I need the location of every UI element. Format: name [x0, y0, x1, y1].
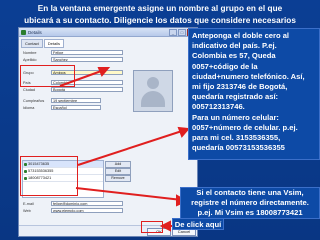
language-field[interactable]: Español: [51, 105, 101, 110]
maximize-button[interactable]: □: [178, 28, 186, 36]
note1-line: ciudad+numero telefónico. Así,: [192, 71, 305, 81]
field-label: E-mail: [23, 201, 34, 206]
add-phone-button[interactable]: Add: [105, 161, 131, 168]
city-field[interactable]: Bogotá: [51, 87, 123, 92]
note1-line: quedaría registrado así:: [192, 92, 279, 102]
note-vsim: Si el contacto tiene una Vsim, registre …: [180, 187, 320, 219]
note-international-format: Anteponga el doble cero al indicativo de…: [188, 28, 320, 160]
app-icon: [21, 29, 26, 35]
highlight-phone-list: [20, 156, 78, 196]
field-row-birthday: Cumpleaños 19 septiembre: [23, 98, 101, 103]
remove-phone-button[interactable]: Remove: [105, 175, 131, 182]
tab-details[interactable]: Details: [43, 39, 65, 48]
dialog-tabs: Contact Details: [19, 37, 197, 48]
edit-phone-button[interactable]: Edit: [105, 168, 131, 175]
web-field[interactable]: www.ejemplo.com: [51, 208, 123, 213]
note1-line: Anteponga el doble cero al: [192, 31, 290, 40]
note1-line: quedaría 00573153536355: [192, 143, 285, 153]
field-label: Cumpleaños: [23, 98, 45, 103]
dialog-title: Details: [28, 29, 42, 35]
field-row-email: E-mail felipe@dominio.com: [23, 201, 123, 206]
minimize-button[interactable]: _: [169, 28, 177, 36]
note-click-here: De click aquí: [172, 218, 224, 230]
note1-line: 0057+número de celular. p.ej.: [192, 122, 298, 132]
note1-line: para mi cel. 3153536355,: [192, 133, 281, 143]
contact-details-dialog: Details _ □ × Contact Details Nombre Fel…: [18, 27, 198, 237]
avatar-body: [141, 91, 165, 107]
field-label: Idioma: [23, 105, 35, 110]
note2-line: registre el número directamente.: [191, 198, 309, 208]
field-label: Ciudad: [23, 87, 36, 92]
field-row-city: Ciudad Bogotá: [23, 87, 123, 92]
birthday-field[interactable]: 19 septiembre: [51, 98, 101, 103]
note2-line: Si el contacto tiene una Vsim,: [196, 188, 304, 197]
dialog-button-bar: OK Cancel: [19, 225, 197, 236]
note1-line: indicativo del país. P.ej.: [192, 41, 277, 51]
field-row-surname: Apellido Sanchez: [23, 57, 123, 62]
contact-avatar[interactable]: [133, 70, 173, 112]
highlight-group-field: [20, 65, 75, 87]
note1-line: Para un número celular:: [192, 112, 279, 122]
note1-line: 0057+código de la: [192, 61, 258, 71]
field-label: Apellido: [23, 57, 37, 62]
highlight-ok-button: [141, 221, 163, 233]
banner-line-2: ubicará a su contacto. Diligencie los da…: [24, 16, 296, 25]
dialog-titlebar: Details _ □ ×: [19, 28, 197, 37]
field-label: Web: [23, 208, 31, 213]
name-field[interactable]: Felipe: [51, 50, 123, 55]
field-label: Nombre: [23, 50, 37, 55]
note1-line: mi fijo 2313746 de Bogotá,: [192, 82, 288, 92]
avatar-head: [147, 77, 159, 89]
field-row-web: Web www.ejemplo.com: [23, 208, 123, 213]
field-row-name: Nombre Felipe: [23, 50, 123, 55]
tab-contact[interactable]: Contact: [21, 39, 43, 48]
note1-line: 005712313746.: [192, 102, 245, 112]
field-row-language: Idioma Español: [23, 105, 101, 110]
surname-field[interactable]: Sanchez: [51, 57, 123, 62]
note1-line: Colombia es 57, Queda: [192, 51, 276, 61]
banner-line-1: En la ventana emergente asigne un nombre…: [37, 4, 283, 13]
email-field[interactable]: felipe@dominio.com: [51, 201, 123, 206]
